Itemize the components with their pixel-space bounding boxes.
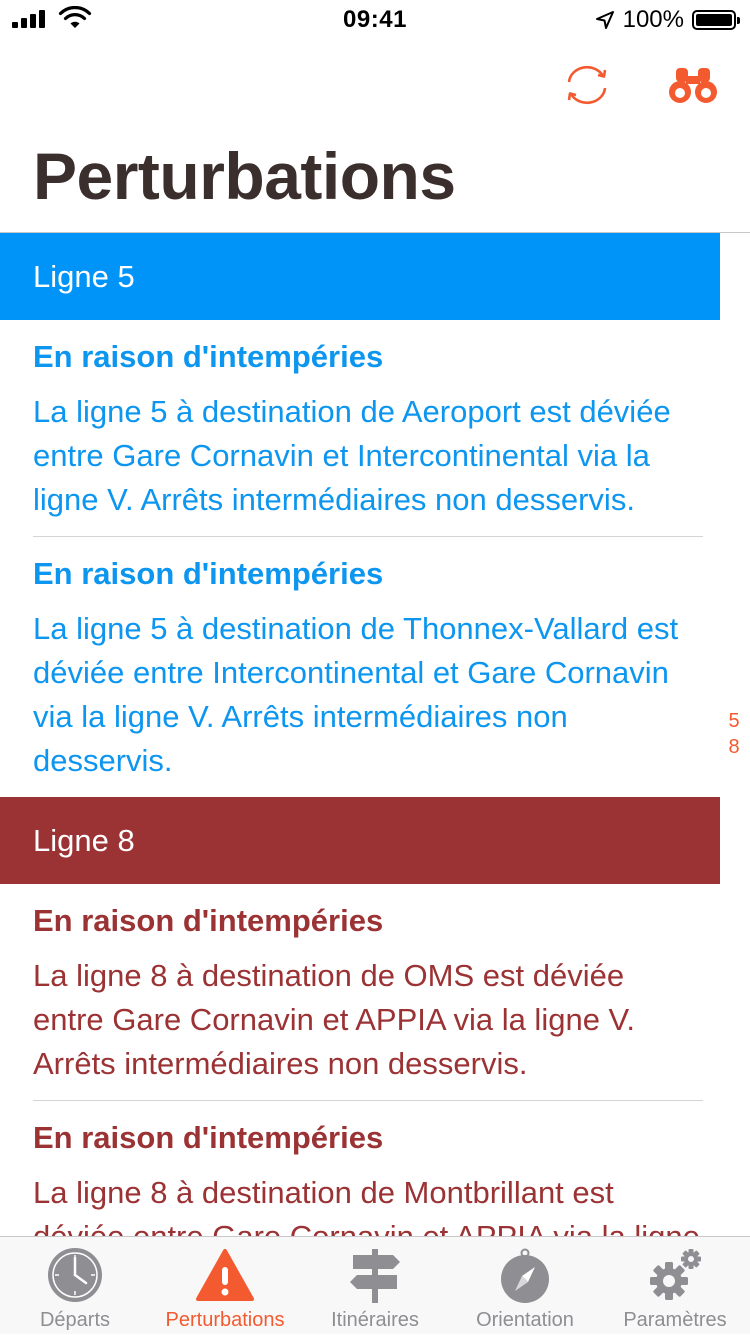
tab-label: Départs [39, 1309, 111, 1331]
section-header-label: Ligne 5 [33, 258, 135, 294]
page-title: Perturbations [33, 139, 456, 213]
tab-perturbations[interactable]: Perturbations [150, 1237, 300, 1335]
signpost-icon [350, 1249, 400, 1303]
battery-percentage: 100% [622, 6, 684, 33]
list-item[interactable]: En raison d'intempéries La ligne 5 à des… [33, 320, 703, 537]
status-right: 100% [595, 6, 740, 34]
list-item[interactable]: En raison d'intempéries La ligne 8 à des… [33, 884, 703, 1101]
disruption-title: En raison d'intempéries [33, 1120, 384, 1155]
tab-label: Paramètres [623, 1309, 727, 1331]
disruption-title: En raison d'intempéries [33, 903, 384, 938]
tab-orientation[interactable]: Orientation [450, 1237, 600, 1335]
refresh-icon [567, 65, 607, 105]
tab-parametres[interactable]: Paramètres [600, 1237, 750, 1335]
section-header-ligne-5: Ligne 5 [0, 233, 720, 320]
tab-itineraires[interactable]: Itinéraires [300, 1237, 450, 1335]
section-index[interactable]: 5 8 [726, 708, 742, 760]
disruption-title: En raison d'intempéries [33, 556, 384, 591]
section-header-ligne-8: Ligne 8 [0, 797, 720, 884]
gear-icon [650, 1249, 701, 1300]
tab-departs[interactable]: Départs [0, 1237, 150, 1335]
disruption-text: La ligne 8 à destination de Montbrillant… [33, 1175, 700, 1236]
warning-icon [196, 1249, 254, 1301]
compass-icon [501, 1248, 549, 1303]
tab-bar: Départs Perturbations Itinéraires Orient… [0, 1236, 750, 1334]
disruption-text: La ligne 5 à destination de Thonnex-Vall… [33, 611, 679, 778]
disruption-text: La ligne 5 à destination de Aeroport est… [33, 394, 671, 517]
disruptions-list[interactable]: Ligne 5 En raison d'intempéries La ligne… [0, 233, 750, 1236]
battery-icon [692, 10, 740, 30]
tab-label: Perturbations [165, 1309, 285, 1331]
section-index-5[interactable]: 5 [726, 708, 742, 734]
disruption-text: La ligne 8 à destination de OMS est dévi… [33, 958, 635, 1081]
tab-label: Orientation [476, 1309, 574, 1331]
refresh-button[interactable] [562, 62, 612, 108]
section-index-8[interactable]: 8 [726, 734, 742, 760]
binoculars-icon [669, 68, 717, 103]
clock-icon [48, 1248, 102, 1302]
list-item[interactable]: En raison d'intempéries La ligne 8 à des… [33, 1101, 703, 1236]
binoculars-button[interactable] [668, 62, 718, 108]
status-bar: 09:41 100% [0, 0, 750, 40]
disruption-title: En raison d'intempéries [33, 339, 384, 374]
tab-label: Itinéraires [331, 1309, 419, 1331]
section-header-label: Ligne 8 [33, 822, 135, 858]
list-item[interactable]: En raison d'intempéries La ligne 5 à des… [33, 537, 703, 797]
location-icon [595, 11, 614, 29]
